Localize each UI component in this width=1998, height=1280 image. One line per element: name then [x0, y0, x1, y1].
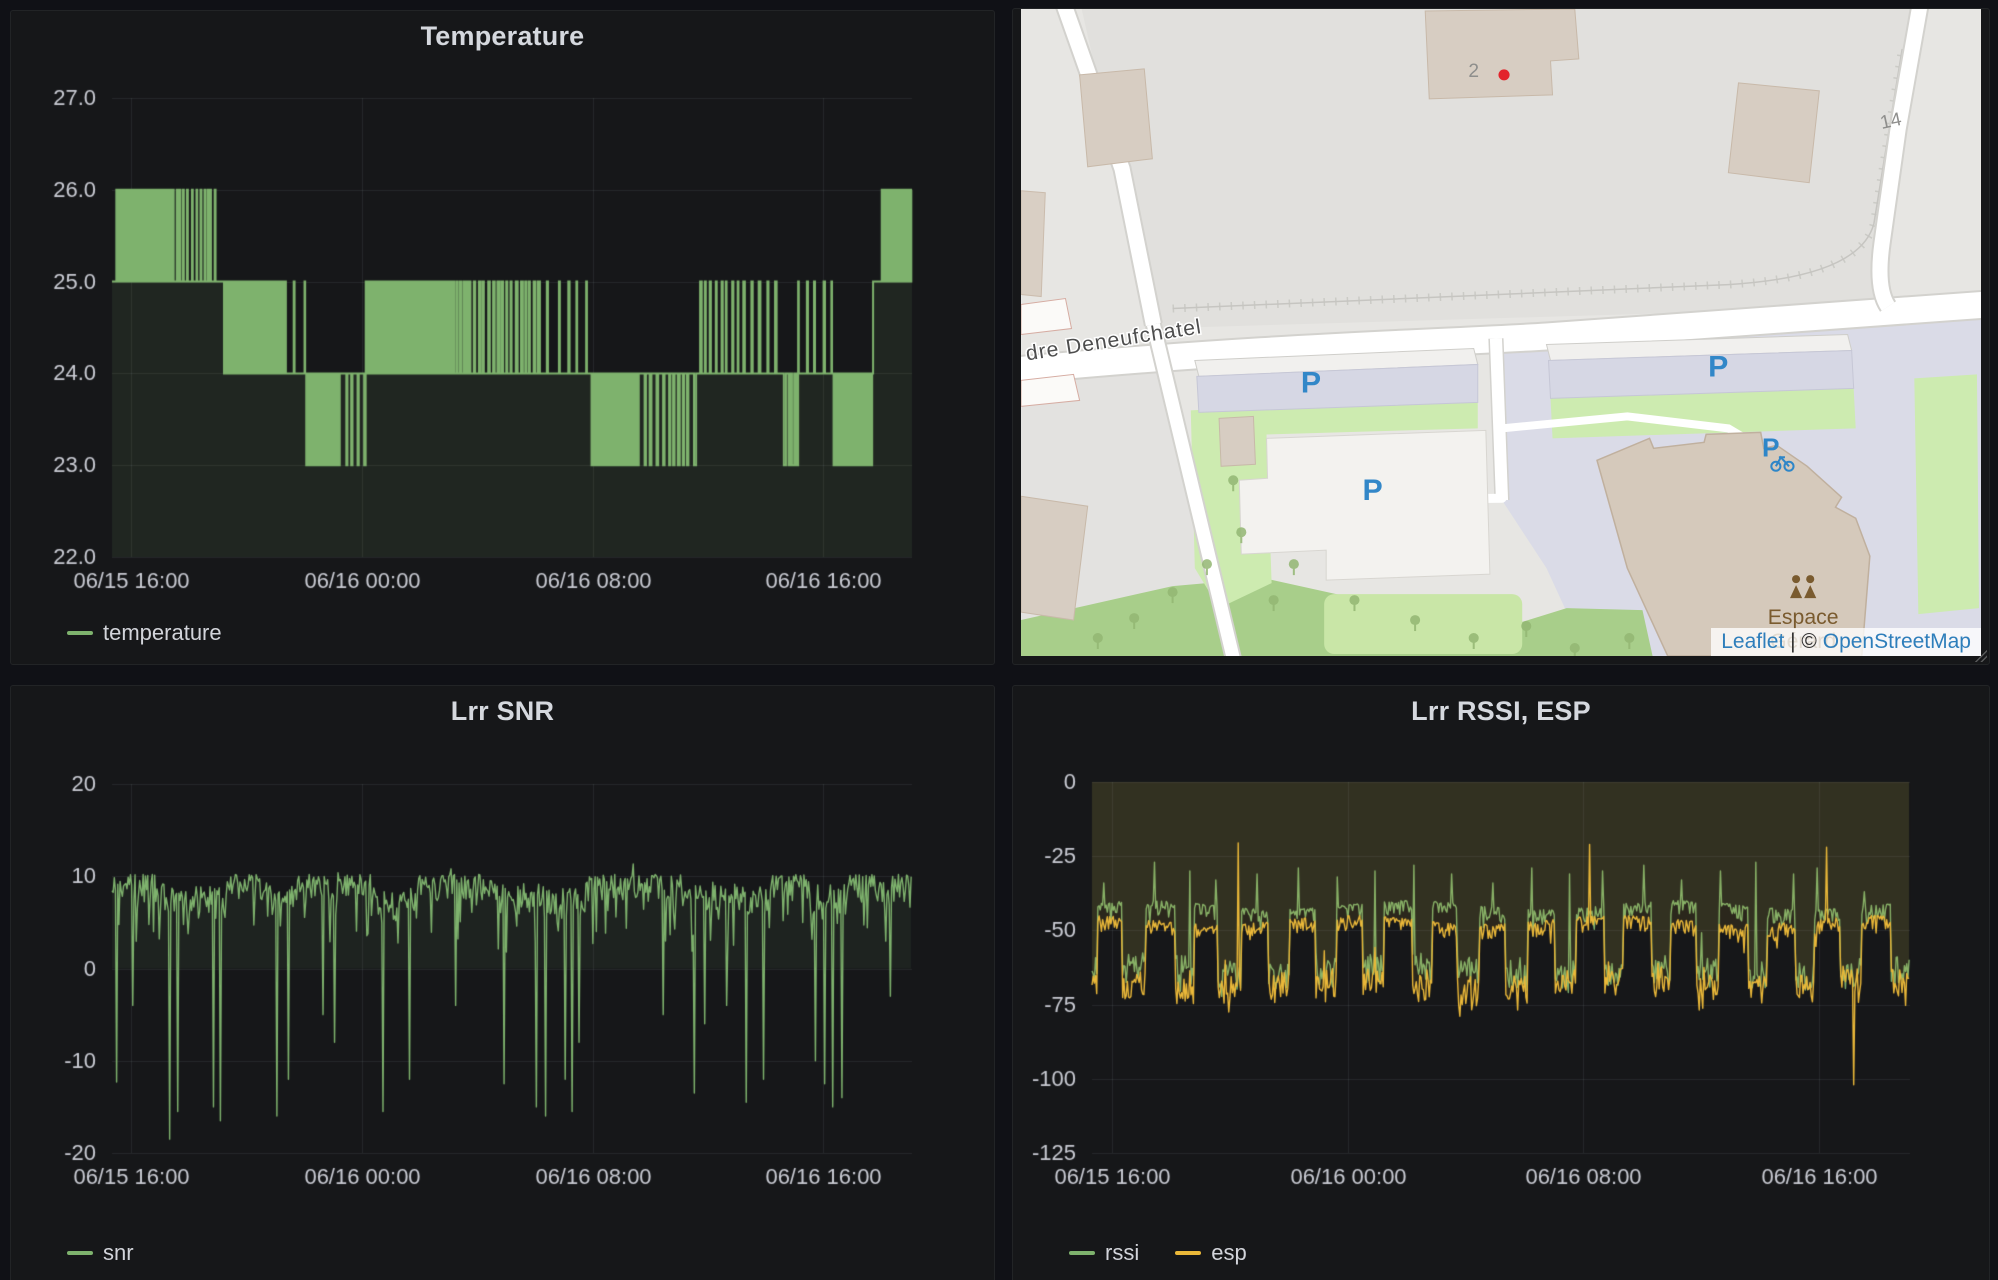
map-canvas[interactable]: dre Deneufchatel 2 14 P P P P [1021, 9, 1981, 656]
building-white-2 [1021, 374, 1080, 406]
legend-item-esp[interactable]: esp [1175, 1240, 1246, 1266]
legend-snr: snr [11, 1222, 994, 1280]
building-b1 [1080, 69, 1153, 167]
map-green-band-right [1914, 374, 1979, 614]
road-branch [1496, 338, 1502, 500]
parking-icon: P [1363, 474, 1383, 507]
rssi-esp-chart[interactable] [1013, 732, 1989, 1222]
legend-temperature: temperature [11, 602, 994, 664]
panel-lrr-snr: Lrr SNR snr [10, 685, 995, 1280]
attribution-separator: | [1784, 630, 1801, 653]
series-dash-icon [67, 1251, 93, 1255]
building-white-1 [1021, 299, 1072, 335]
legend-label: temperature [103, 620, 222, 646]
legend-item-temperature[interactable]: temperature [67, 620, 222, 646]
building-left-edge [1021, 191, 1045, 297]
series-dash-icon [1175, 1251, 1201, 1255]
legend-item-snr[interactable]: snr [67, 1240, 134, 1266]
legend-rssi: rssi esp [1013, 1222, 1989, 1280]
legend-label: rssi [1105, 1240, 1139, 1266]
attribution-copyright: © [1801, 630, 1822, 653]
housenumber-2-label: 2 [1468, 61, 1479, 82]
panel-title-rssi[interactable]: Lrr RSSI, ESP [1013, 686, 1989, 732]
map-attribution: Leaflet | © OpenStreetMap [1711, 628, 1981, 656]
leaflet-link[interactable]: Leaflet [1721, 630, 1784, 653]
panel-resize-handle[interactable] [1975, 650, 1987, 662]
device-location-marker[interactable] [1498, 69, 1509, 80]
legend-item-rssi[interactable]: rssi [1069, 1240, 1139, 1266]
panel-lrr-rssi-esp: Lrr RSSI, ESP rssi esp [1012, 685, 1990, 1280]
espace-label: Espace [1768, 606, 1839, 629]
parking-icon: P [1301, 367, 1321, 400]
panel-temperature: Temperature temperature [10, 10, 995, 665]
panel-title-snr[interactable]: Lrr SNR [11, 686, 994, 732]
panel-map: dre Deneufchatel 2 14 P P P P [1012, 8, 1990, 665]
series-dash-icon [1069, 1251, 1095, 1255]
grafana-dashboard: Temperature temperature [0, 0, 1998, 1280]
building-small-beige [1219, 416, 1255, 466]
building-b3 [1728, 83, 1819, 183]
svg-text:P: P [1762, 432, 1780, 462]
snr-chart[interactable] [11, 732, 994, 1222]
legend-label: snr [103, 1240, 134, 1266]
panel-title-temperature[interactable]: Temperature [11, 11, 994, 57]
series-dash-icon [67, 631, 93, 635]
parking-icon: P [1708, 351, 1728, 384]
legend-label: esp [1211, 1240, 1246, 1266]
openstreetmap-link[interactable]: OpenStreetMap [1823, 630, 1971, 653]
openstreetmap-tiles: dre Deneufchatel 2 14 P P P P [1021, 9, 1981, 656]
temperature-chart[interactable] [11, 57, 994, 602]
